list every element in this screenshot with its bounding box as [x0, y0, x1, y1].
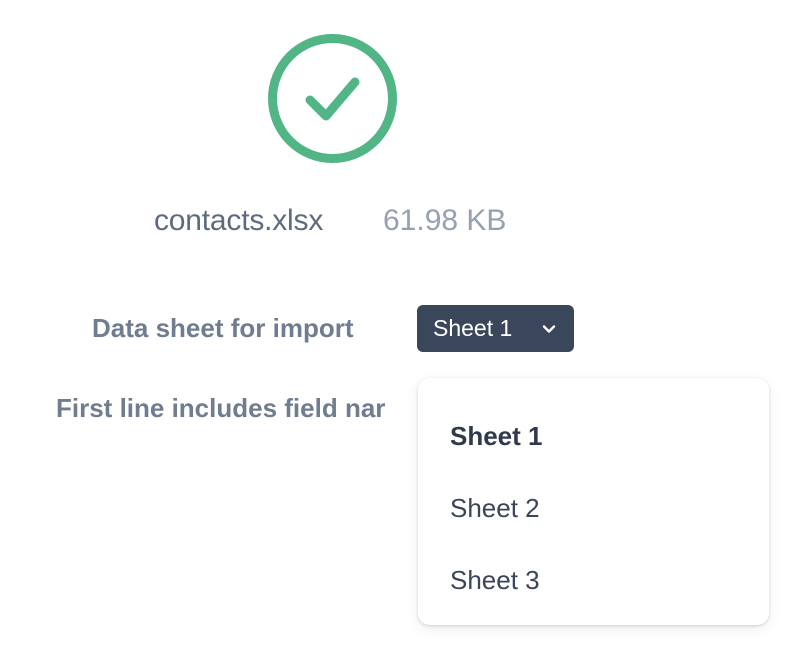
file-name: contacts.xlsx [154, 204, 324, 237]
sheet-select-dropdown[interactable]: Sheet 1 [417, 305, 574, 352]
sheet-select-value: Sheet 1 [433, 315, 513, 341]
check-circle-icon [268, 34, 397, 163]
first-line-field-names-label: First line includes field nar [56, 393, 386, 423]
menu-item-sheet-2[interactable]: Sheet 2 [418, 472, 769, 544]
sheet-dropdown-menu: Sheet 1 Sheet 2 Sheet 3 [418, 378, 769, 625]
file-size: 61.98 KB [383, 204, 507, 237]
data-sheet-label: Data sheet for import [92, 313, 354, 343]
menu-item-sheet-3[interactable]: Sheet 3 [418, 544, 769, 616]
chevron-down-icon [542, 325, 556, 333]
menu-item-sheet-1[interactable]: Sheet 1 [418, 400, 769, 472]
import-file-panel: contacts.xlsx 61.98 KB Data sheet for im… [0, 0, 808, 667]
